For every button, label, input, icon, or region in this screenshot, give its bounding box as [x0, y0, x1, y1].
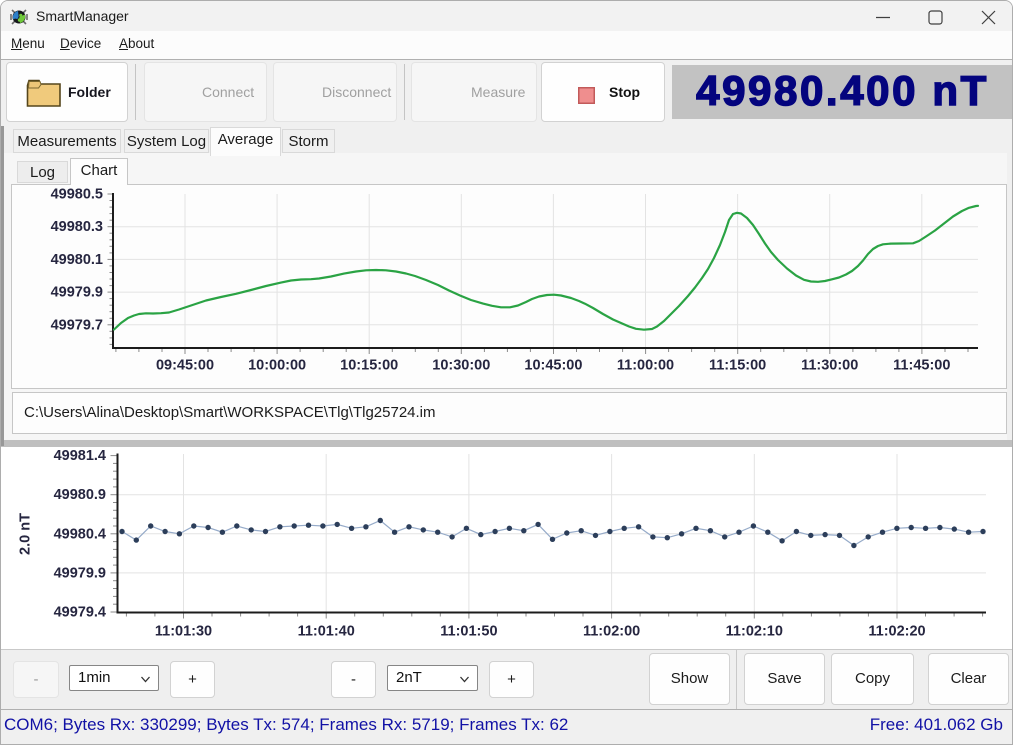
svg-text:49981.4: 49981.4: [54, 448, 106, 464]
svg-text:49979.9: 49979.9: [54, 565, 106, 581]
svg-text:49980.4: 49980.4: [54, 526, 106, 542]
svg-text:11:01:50: 11:01:50: [440, 624, 497, 640]
svg-text:2.0 nT: 2.0 nT: [18, 513, 34, 555]
svg-text:11:15:00: 11:15:00: [709, 358, 766, 374]
svg-text:10:00:00: 10:00:00: [248, 358, 306, 374]
svg-text:49980.5: 49980.5: [51, 187, 103, 203]
svg-text:09:45:00: 09:45:00: [156, 358, 214, 374]
svg-text:11:01:40: 11:01:40: [298, 624, 355, 640]
svg-text:49979.7: 49979.7: [51, 317, 103, 333]
svg-text:10:45:00: 10:45:00: [524, 358, 582, 374]
svg-text:49980.3: 49980.3: [51, 219, 103, 235]
svg-text:49979.4: 49979.4: [54, 605, 106, 621]
svg-text:11:02:10: 11:02:10: [726, 624, 783, 640]
svg-text:49979.9: 49979.9: [51, 285, 103, 301]
svg-text:10:15:00: 10:15:00: [340, 358, 398, 374]
svg-text:11:01:30: 11:01:30: [155, 624, 212, 640]
svg-text:11:02:20: 11:02:20: [868, 624, 925, 640]
svg-text:10:30:00: 10:30:00: [432, 358, 490, 374]
svg-text:11:00:00: 11:00:00: [617, 358, 674, 374]
svg-text:11:30:00: 11:30:00: [801, 358, 858, 374]
svg-text:49980.1: 49980.1: [51, 252, 103, 268]
svg-text:11:45:00: 11:45:00: [893, 358, 950, 374]
svg-text:49980.9: 49980.9: [54, 487, 106, 503]
svg-text:11:02:00: 11:02:00: [583, 624, 640, 640]
